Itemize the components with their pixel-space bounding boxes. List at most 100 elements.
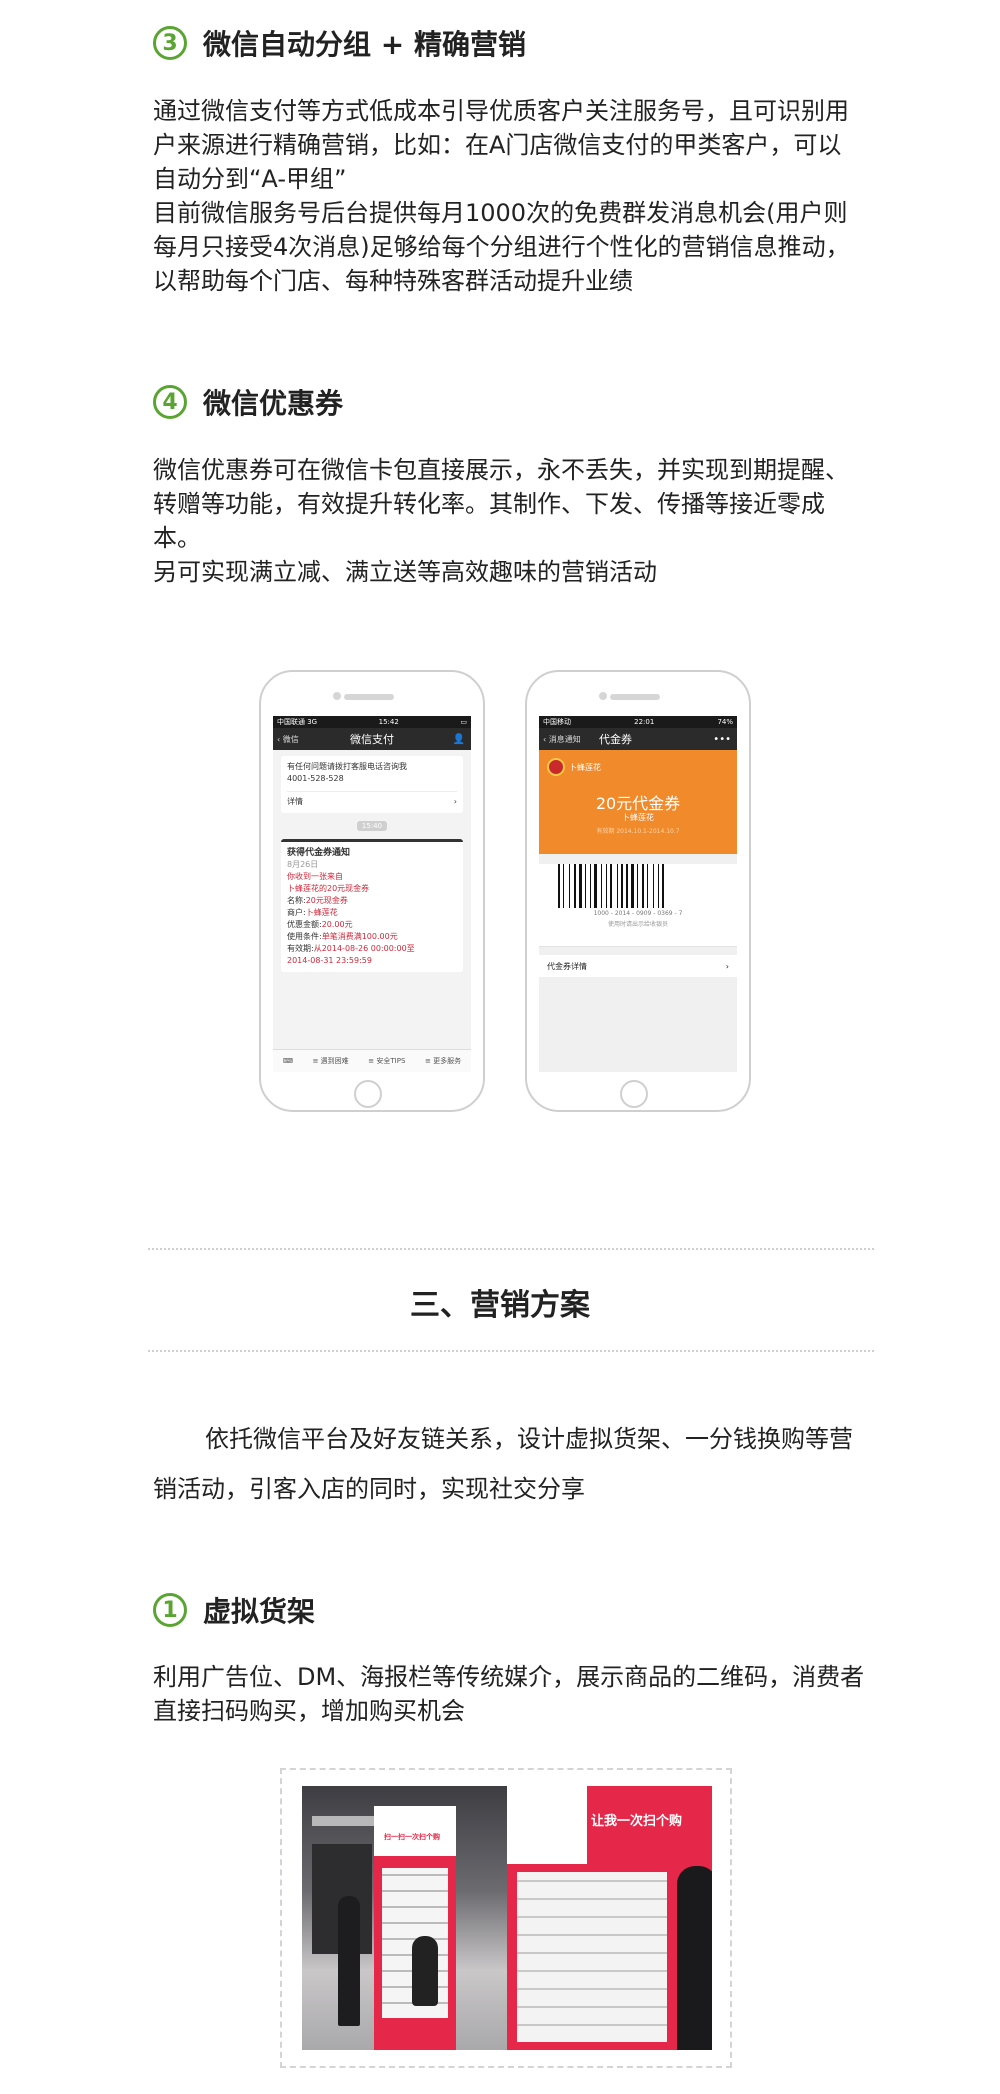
- coupon-header: 卜蜂莲花 20元代金券 卜蜂莲花 有效期 2014.10.1-2014.10.7: [539, 750, 737, 854]
- barcode-bar: [561, 864, 562, 908]
- camera-dot: [599, 692, 607, 700]
- section3-body: 通过微信支付等方式低成本引导优质客户关注服务号，且可识别用户来源进行精确营销，比…: [153, 94, 863, 298]
- menu-item[interactable]: ≡ 更多服务: [425, 1056, 461, 1066]
- barcode-bar: [660, 864, 661, 908]
- notice-line: 商户:卜蜂莲花: [287, 908, 338, 917]
- barcode-bar: [653, 864, 654, 908]
- dotted-divider: [148, 1350, 874, 1352]
- notice-line: 卜蜂莲花的20元现金券: [287, 884, 370, 893]
- barcode-bar: [631, 864, 634, 908]
- status-time: 22:01: [634, 718, 655, 726]
- coupon-title: 20元代金券: [595, 794, 681, 813]
- carrier-label: 中国移动: [543, 718, 571, 726]
- barcode-bar: [639, 864, 641, 908]
- paragraph: 另可实现满立减、满立送等高效趣味的营销活动: [153, 558, 657, 586]
- barcode-area: 1000 - 2014 - 0909 - 0369 - 7 使用时请出示给收银员: [539, 864, 737, 947]
- part-intro: 依托微信平台及好友链关系，设计虚拟货架、一分钱换购等营销活动，引客入店的同时，实…: [153, 1425, 853, 1503]
- brand-row: 卜蜂莲花: [547, 758, 601, 776]
- barcode-bar: [594, 864, 597, 908]
- brand-logo-icon: [547, 758, 565, 776]
- service-card: 有任何问题请拨打客服电话咨询我 4001-528-528 详情 ›: [281, 756, 463, 813]
- barcode-bar: [565, 864, 568, 908]
- section-title: 微信优惠券: [203, 387, 344, 420]
- paragraph: 通过微信支付等方式低成本引导优质客户关注服务号，且可识别用户来源进行精确营销，比…: [153, 97, 849, 193]
- part-heading: 三、营销方案: [410, 1288, 590, 1323]
- section4-header: 4 微信优惠券: [153, 382, 343, 422]
- barcode-bar: [563, 864, 564, 908]
- barcode-bar: [626, 864, 628, 908]
- barcode-number: 1000 - 2014 - 0909 - 0369 - 7: [593, 910, 683, 917]
- menu-item[interactable]: ≡ 遇到困难: [313, 1056, 349, 1066]
- barcode-bar: [645, 864, 646, 908]
- coupon-notice-card[interactable]: 获得代金券通知 8月26日 你收到一张来自 卜蜂莲花的20元现金券 名称:20元…: [281, 839, 463, 972]
- barcode-bar: [624, 864, 625, 908]
- back-button[interactable]: ‹ 微信: [277, 734, 299, 745]
- notice-line: 名称:20元现金券: [287, 896, 348, 905]
- status-bar: 中国移动 22:01 74%: [539, 716, 737, 728]
- coupon-detail-row[interactable]: 代金券详情 ›: [539, 955, 737, 977]
- detail-row[interactable]: 详情 ›: [287, 791, 457, 808]
- home-button: [620, 1080, 648, 1108]
- barcode-bar: [569, 864, 570, 908]
- photo-frame: 扫一扫一次扫个购 让我一次扫个购: [280, 1768, 732, 2068]
- nav-title: 微信支付: [350, 733, 394, 746]
- notice-line: 使用条件:单笔消费满100.00元: [287, 932, 398, 941]
- barcode-bar: [619, 864, 620, 908]
- chevron-right-icon: ›: [725, 961, 729, 971]
- store-display-photo: 扫一扫一次扫个购 让我一次扫个购: [302, 1786, 712, 2050]
- nav-title: 代金券: [599, 733, 632, 746]
- phone-number: 4001-528-528: [287, 774, 344, 783]
- barcode-bar: [598, 864, 600, 908]
- notice-line: 你收到一张来自: [287, 872, 343, 881]
- phone-mockup-wechat-pay: 中国联通 3G 15:42 ▭ ‹ 微信 微信支付 👤 有任何问题请拨打客服电话…: [259, 670, 485, 1112]
- display-column-left: 扫一扫一次扫个购: [374, 1806, 456, 2050]
- barcode-bar: [662, 864, 664, 908]
- more-icon[interactable]: •••: [713, 734, 731, 745]
- barcode-bar: [655, 864, 657, 908]
- menu-item[interactable]: ≡ 安全TIPS: [368, 1056, 405, 1066]
- barcode-bar: [637, 864, 638, 908]
- barcode-bar: [583, 864, 584, 908]
- nav-bar: ‹ 微信 微信支付 👤: [273, 728, 471, 750]
- battery-level: 74%: [717, 718, 733, 726]
- barcode-bar: [621, 864, 623, 908]
- brand-name: 卜蜂莲花: [569, 762, 601, 772]
- section-title: 微信自动分组 + 精确营销: [203, 28, 526, 61]
- barcode-bar: [577, 864, 578, 908]
- section3-header: 3 微信自动分组 + 精确营销: [153, 23, 526, 63]
- barcode-bar: [558, 864, 560, 908]
- status-bar: 中国联通 3G 15:42 ▭: [273, 716, 471, 728]
- person-icon[interactable]: 👤: [453, 734, 465, 745]
- barcode-bar: [642, 864, 644, 908]
- time-divider: 15:40: [273, 821, 471, 831]
- notice-line: 2014-08-31 23:59:59: [287, 956, 372, 965]
- paragraph: 目前微信服务号后台提供每月1000次的免费群发消息机会(用户则每月只接受4次消息…: [153, 199, 850, 295]
- status-time: 15:42: [378, 718, 399, 726]
- bottom-menu: ⌨ ≡ 遇到困难 ≡ 安全TIPS ≡ 更多服务: [273, 1049, 471, 1072]
- section-number-badge: 4: [153, 385, 187, 419]
- barcode-bar: [613, 864, 616, 908]
- detail-label: 代金券详情: [547, 961, 587, 971]
- banner-text: 扫一扫一次扫个购: [384, 1833, 440, 1841]
- paragraph: 微信优惠券可在微信卡包直接展示，永不丢失，并实现到期提醒、转赠等功能，有效提升转…: [153, 456, 849, 552]
- keyboard-icon[interactable]: ⌨: [283, 1057, 293, 1065]
- barcode-bar: [571, 864, 573, 908]
- notice-line: 优惠金额:20.00元: [287, 920, 353, 929]
- barcode-bar: [617, 864, 618, 908]
- notice-title: 获得代金券通知: [287, 848, 351, 858]
- barcode-bar: [585, 864, 586, 908]
- detail-label: 详情: [287, 797, 303, 806]
- speaker-slot: [610, 694, 660, 700]
- barcode-bar: [658, 864, 659, 908]
- barcode-bar: [635, 864, 636, 908]
- phone-screen: 中国移动 22:01 74% ‹ 消息通知 代金券 ••• 卜蜂莲花 20元代金…: [539, 716, 737, 1072]
- barcode-bar: [579, 864, 582, 908]
- phone-mockup-coupon: 中国移动 22:01 74% ‹ 消息通知 代金券 ••• 卜蜂莲花 20元代金…: [525, 670, 751, 1112]
- section-number-badge: 1: [153, 1593, 187, 1627]
- nav-bar: ‹ 消息通知 代金券 •••: [539, 728, 737, 750]
- card-text: 有任何问题请拨打客服电话咨询我: [287, 762, 407, 771]
- barcode-bar: [590, 864, 591, 908]
- barcode-bar: [601, 864, 602, 908]
- back-button[interactable]: ‹ 消息通知: [543, 734, 581, 745]
- barcode-bar: [587, 864, 589, 908]
